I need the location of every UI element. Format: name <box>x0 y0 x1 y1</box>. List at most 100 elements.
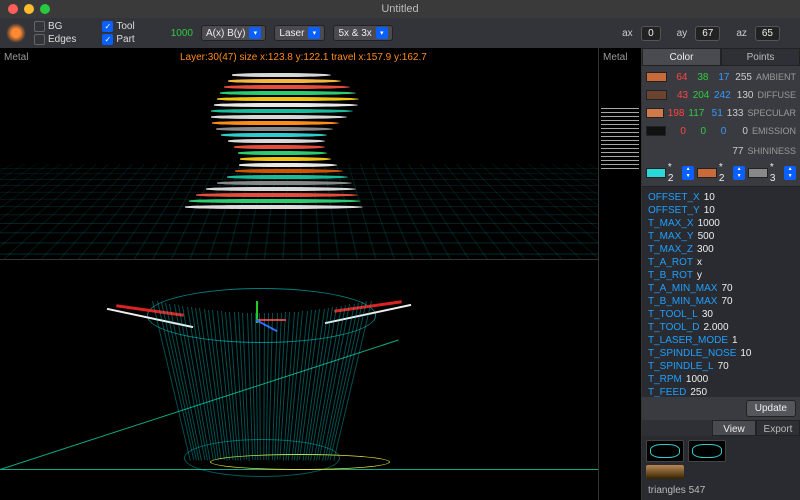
material-rows: 643817255AMBIENT43204242130DIFFUSE198117… <box>642 66 800 142</box>
tab-points[interactable]: Points <box>721 48 800 66</box>
param-row[interactable]: T_FEED250 <box>648 386 794 397</box>
multiplier-value: * 3 <box>770 162 782 184</box>
mode-select-value: Laser <box>279 28 304 39</box>
multiplier-stepper[interactable]: * 3▲▼ <box>748 162 796 184</box>
thumbnail[interactable] <box>688 440 726 462</box>
multiplier-value: * 2 <box>668 162 680 184</box>
material-label: DIFFUSE <box>757 90 796 100</box>
param-row[interactable]: T_MAX_Y 500 <box>648 230 794 243</box>
param-row[interactable]: T_MAX_X1000 <box>648 217 794 230</box>
param-value: 1000 <box>686 373 708 386</box>
checkbox-icon: ✓ <box>102 21 113 32</box>
param-row[interactable]: T_B_ROTy <box>648 269 794 282</box>
window-title: Untitled <box>0 3 800 15</box>
checkbox-icon <box>34 34 45 45</box>
edges-checkbox[interactable]: Edges <box>34 34 76 45</box>
export-tabs: View Export <box>642 420 800 436</box>
material-row[interactable]: 0000EMISSION <box>646 122 796 140</box>
mode-select[interactable]: Laser ▾ <box>274 25 325 41</box>
param-value: 10 <box>704 204 715 217</box>
param-row[interactable]: T_TOOL_D2.000 <box>648 321 794 334</box>
swatch-icon <box>646 90 667 100</box>
material-row[interactable]: 43204242130DIFFUSE <box>646 86 796 104</box>
param-value: x <box>697 256 702 269</box>
param-row[interactable]: T_A_ROTx <box>648 256 794 269</box>
az-input[interactable]: 65 <box>755 26 780 41</box>
material-row[interactable]: 19811751133SPECULAR <box>646 104 796 122</box>
bg-checkbox[interactable]: BG <box>34 21 76 32</box>
mult-select[interactable]: 5x & 3x ▾ <box>333 25 392 41</box>
tab-view[interactable]: View <box>712 420 756 436</box>
param-row[interactable]: T_A_MIN_MAX70 <box>648 282 794 295</box>
update-button[interactable]: Update <box>746 400 796 417</box>
thumbnails <box>642 436 800 483</box>
title-bar: Untitled <box>0 0 800 18</box>
param-value: 30 <box>702 308 713 321</box>
checkbox-icon: ✓ <box>102 34 113 45</box>
blue-value: 0 <box>710 126 726 137</box>
tab-color[interactable]: Color <box>642 48 721 66</box>
multiplier-stepper[interactable]: * 2▲▼ <box>646 162 694 184</box>
material-label: EMISSION <box>752 126 796 136</box>
param-value: 70 <box>721 295 732 308</box>
thumbnail[interactable] <box>646 465 684 479</box>
ax-input[interactable]: 0 <box>641 26 661 41</box>
alpha-value: 255 <box>733 72 752 83</box>
side-panel: Color Points 643817255AMBIENT43204242130… <box>642 48 800 500</box>
part-checkbox[interactable]: ✓ Part <box>102 34 134 45</box>
param-value: 300 <box>697 243 714 256</box>
param-row[interactable]: OFFSET_Y10 <box>648 204 794 217</box>
viewport-top[interactable]: Metal Layer:30(47) size x:123.8 y:122.1 … <box>0 48 598 260</box>
param-value: 500 <box>698 230 715 243</box>
viewport-bottom[interactable] <box>0 260 598 500</box>
stepper-icon: ▲▼ <box>784 166 796 180</box>
material-label: SPECULAR <box>747 108 796 118</box>
alpha-value: 0 <box>730 126 748 137</box>
param-key: T_FEED <box>648 386 686 397</box>
viewport-strip[interactable]: Metal <box>598 48 642 500</box>
ay-label: ay <box>677 28 688 39</box>
green-value: 204 <box>692 90 709 101</box>
param-row[interactable]: T_LASER_MODE1 <box>648 334 794 347</box>
param-row[interactable]: T_SPINDLE_NOSE10 <box>648 347 794 360</box>
param-key: T_LASER_MODE <box>648 334 728 347</box>
axes-select[interactable]: A(x) B(y) ▾ <box>201 25 266 41</box>
red-value: 43 <box>671 90 688 101</box>
alpha-value: 133 <box>727 108 744 119</box>
green-value: 38 <box>692 72 709 83</box>
swatch-icon <box>646 72 667 82</box>
param-value: 1000 <box>698 217 720 230</box>
viewport-strip-label: Metal <box>603 52 627 63</box>
param-row[interactable]: T_TOOL_L30 <box>648 308 794 321</box>
checkbox-icon <box>34 21 45 32</box>
layer-count: 1000 <box>171 28 193 39</box>
stepper-icon: ▲▼ <box>682 166 694 180</box>
viewports: Metal Layer:30(47) size x:123.8 y:122.1 … <box>0 48 598 500</box>
shininess-value: 77 <box>719 146 743 157</box>
blue-value: 242 <box>713 90 730 101</box>
param-key: T_RPM <box>648 373 682 386</box>
param-value: 10 <box>704 191 715 204</box>
multiplier-stepper[interactable]: * 2▲▼ <box>697 162 745 184</box>
mult-select-value: 5x & 3x <box>338 28 371 39</box>
material-row[interactable]: 643817255AMBIENT <box>646 68 796 86</box>
tool-checkbox[interactable]: ✓ Tool <box>102 21 134 32</box>
multiplier-value: * 2 <box>719 162 731 184</box>
param-key: T_A_MIN_MAX <box>648 282 717 295</box>
param-value: y <box>697 269 702 282</box>
param-row[interactable]: T_RPM 1000 <box>648 373 794 386</box>
param-row[interactable]: T_SPINDLE_L70 <box>648 360 794 373</box>
blue-value: 51 <box>708 108 722 119</box>
thumbnail[interactable] <box>646 440 684 462</box>
ay-input[interactable]: 67 <box>695 26 720 41</box>
tab-export[interactable]: Export <box>756 420 800 436</box>
param-row[interactable]: T_MAX_Z300 <box>648 243 794 256</box>
param-row[interactable]: T_B_MIN_MAX70 <box>648 295 794 308</box>
viewport-top-info: Layer:30(47) size x:123.8 y:122.1 travel… <box>180 52 427 63</box>
main: Metal Layer:30(47) size x:123.8 y:122.1 … <box>0 48 800 500</box>
swatch-icon <box>646 126 666 136</box>
axes-select-value: A(x) B(y) <box>206 28 245 39</box>
param-row[interactable]: OFFSET_X10 <box>648 191 794 204</box>
params-list: OFFSET_X10OFFSET_Y10T_MAX_X1000T_MAX_Y 50… <box>642 186 800 397</box>
param-key: T_MAX_Y <box>648 230 694 243</box>
